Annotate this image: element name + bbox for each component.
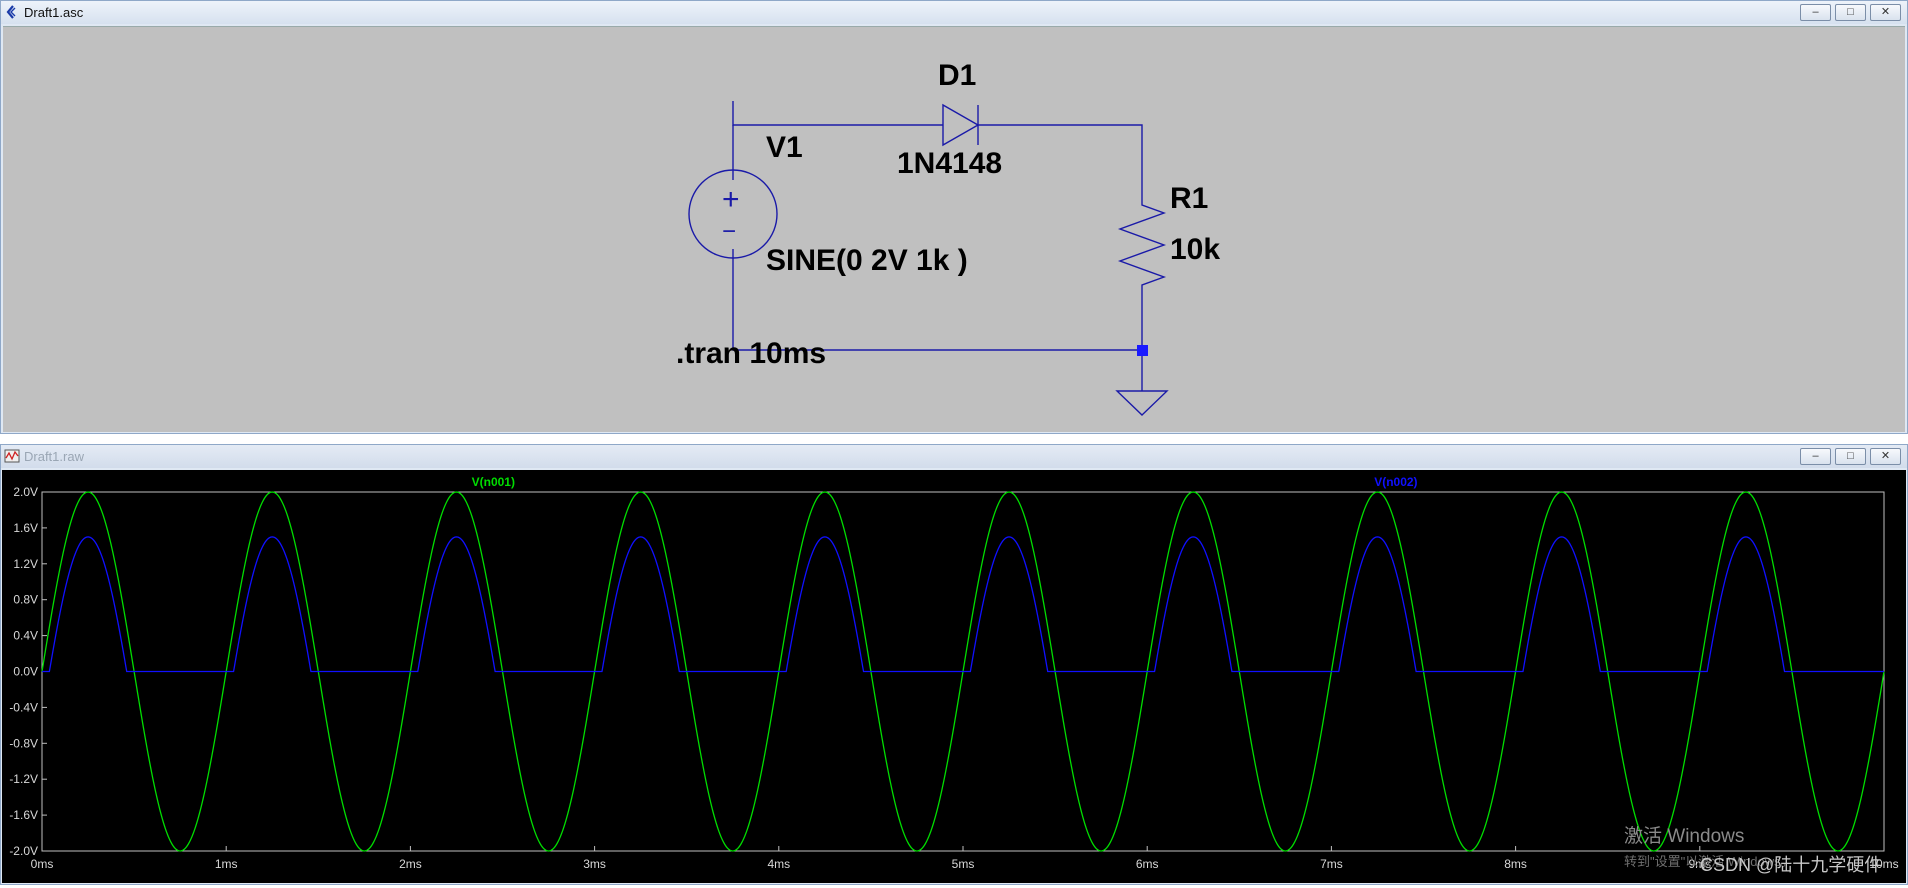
y-tick-label: 1.2V <box>13 557 38 571</box>
y-tick-label: -1.2V <box>9 772 38 786</box>
restore-button[interactable]: □ <box>1835 448 1866 465</box>
y-tick-label: -0.8V <box>9 736 38 750</box>
y-tick-label: -1.6V <box>9 808 38 822</box>
waveform-plot[interactable]: 2.0V 1.6V 1.2V 0.8V 0.4V 0.0V -0.4V -0.8V -1.2V -… <box>2 470 1906 883</box>
watermark-activate: 激活 Windows <box>1624 825 1744 847</box>
trace-V(n002) <box>42 536 1884 673</box>
y-tick-label: 0.4V <box>13 629 38 643</box>
y-tick-label: 1.6V <box>13 521 38 535</box>
resistor-zigzag <box>1117 199 1167 295</box>
close-button[interactable]: ✕ <box>1870 4 1901 21</box>
watermark-credit: CSDN @陆十九学硬件 <box>1700 855 1882 875</box>
waveform-titlebar[interactable]: Draft1.raw ‒ □ ✕ <box>1 445 1907 468</box>
schematic-drawing: + − D1 1N4148 V1 SINE(0 2V 1k ) R1 10k .… <box>676 59 1220 416</box>
resistor-ref-label: R1 <box>1170 182 1208 215</box>
schematic-titlebar[interactable]: Draft1.asc ‒ □ ✕ <box>1 1 1907 24</box>
close-button[interactable]: ✕ <box>1870 448 1901 465</box>
restore-button[interactable]: □ <box>1835 4 1866 21</box>
schematic-window-title: Draft1.asc <box>24 5 84 20</box>
y-tick-label: 0.0V <box>13 665 38 679</box>
wire-top-left <box>732 101 943 126</box>
x-tick-label: 4ms <box>767 857 790 871</box>
schematic-window: Draft1.asc ‒ □ ✕ + − D1 1N4148 V1 SINE(0… <box>0 0 1908 434</box>
ltspice-icon <box>6 5 16 19</box>
x-tick-label: 0ms <box>31 857 54 871</box>
source-minus-sign: − <box>722 218 736 245</box>
trace-name-label: V(n001) <box>472 475 515 489</box>
tran-directive: .tran 10ms <box>676 337 826 370</box>
source-value-label: SINE(0 2V 1k ) <box>766 244 968 277</box>
x-tick-label: 8ms <box>1504 857 1527 871</box>
waveform-chart: 2.0V 1.6V 1.2V 0.8V 0.4V 0.0V -0.4V -0.8V -1.2V -… <box>9 475 1898 875</box>
x-tick-label: 1ms <box>215 857 238 871</box>
waveform-icon <box>4 449 20 463</box>
source-plus-sign: + <box>722 183 740 216</box>
x-tick-label: 7ms <box>1320 857 1343 871</box>
y-tick-label: -2.0V <box>9 844 38 858</box>
x-tick-label: 5ms <box>952 857 975 871</box>
ground-symbol <box>1115 390 1169 416</box>
schematic-canvas[interactable]: + − D1 1N4148 V1 SINE(0 2V 1k ) R1 10k .… <box>3 26 1905 432</box>
wire-top-right <box>978 124 1143 199</box>
source-ref-label: V1 <box>766 131 803 164</box>
y-tick-label: 0.8V <box>13 593 38 607</box>
x-tick-label: 3ms <box>583 857 606 871</box>
minimize-button[interactable]: ‒ <box>1800 448 1831 465</box>
x-tick-label: 2ms <box>399 857 422 871</box>
y-tick-label: 2.0V <box>13 485 38 499</box>
minimize-button[interactable]: ‒ <box>1800 4 1831 21</box>
waveform-window-title: Draft1.raw <box>24 449 84 464</box>
resistor-value-label: 10k <box>1170 233 1220 266</box>
diode-ref-label: D1 <box>938 59 976 92</box>
trace-name-label: V(n002) <box>1374 475 1417 489</box>
x-tick-label: 6ms <box>1136 857 1159 871</box>
y-tick-label: -0.4V <box>9 700 38 714</box>
node-junction <box>1137 345 1148 356</box>
diode-model-label: 1N4148 <box>897 147 1002 180</box>
diode-body <box>942 103 980 147</box>
